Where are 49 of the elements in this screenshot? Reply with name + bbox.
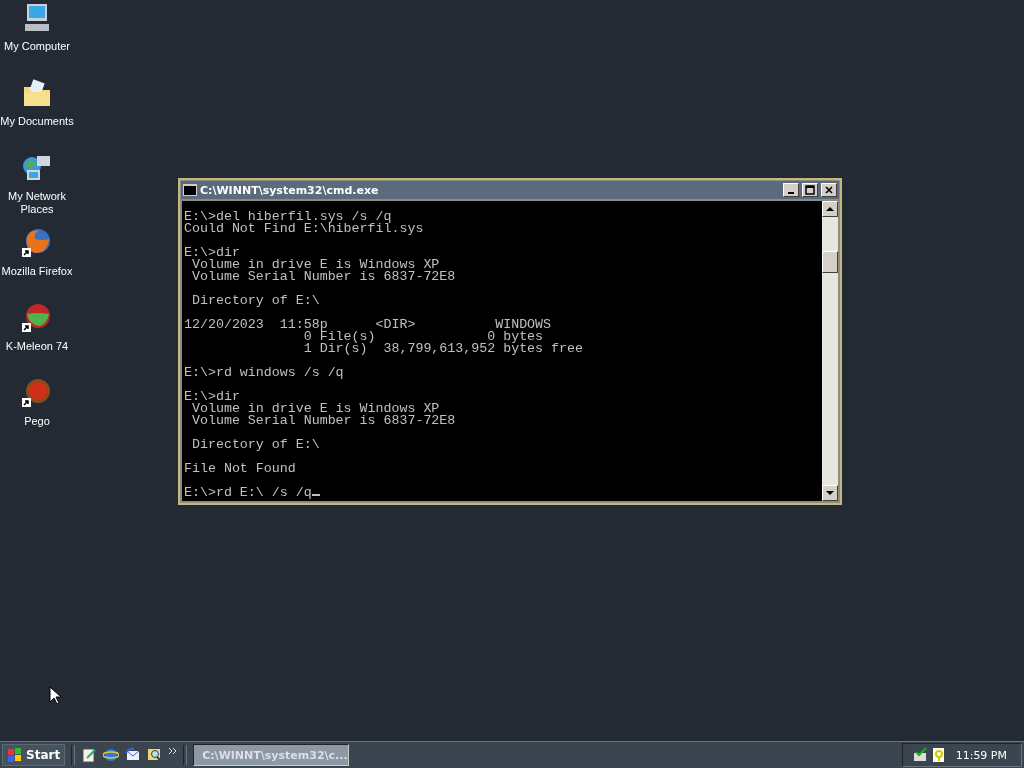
console-line: File Not Found	[184, 463, 296, 475]
icon-label[interactable]: My Computer	[4, 40, 70, 53]
console-line: E:\>rd E:\ /s /q	[184, 487, 320, 499]
lizard-icon[interactable]	[21, 302, 53, 334]
console-line: Could Not Find E:\hiberfil.sys	[184, 223, 424, 235]
scrollbar[interactable]	[822, 201, 838, 501]
maximize-icon	[805, 185, 815, 195]
browser-icon[interactable]	[103, 747, 120, 763]
scroll-thumb[interactable]	[822, 251, 838, 273]
icon-label[interactable]: My Network Places	[0, 190, 74, 216]
scroll-up-icon[interactable]	[826, 206, 834, 212]
window-title: C:\WINNT\system32\cmd.exe	[200, 183, 379, 197]
console-line: Volume Serial Number is 6837-72E8	[190, 271, 456, 283]
minimize-icon	[788, 192, 794, 194]
ball-icon[interactable]	[21, 377, 53, 409]
key-icon[interactable]	[931, 747, 947, 763]
minimize-button[interactable]	[783, 183, 799, 197]
console-line: Directory of E:\	[190, 295, 320, 307]
mouse-pointer-icon	[49, 686, 61, 705]
icon-label[interactable]: My Documents	[0, 115, 74, 128]
console-line: 1 Dir(s) 38,799,613,952 bytes free	[302, 343, 583, 355]
search-icon[interactable]	[147, 747, 164, 763]
globe-icon[interactable]	[21, 227, 53, 259]
maximize-button[interactable]	[802, 183, 818, 197]
icon-label[interactable]: K-Meleon 74	[5, 340, 69, 353]
console-icon	[183, 184, 197, 196]
network-tray-icon[interactable]	[913, 747, 929, 763]
console-line: 0 File(s) 0 bytes	[303, 331, 544, 343]
console-line: E:\>del hiberfil.sys /s /q	[184, 211, 392, 223]
chevron-icon[interactable]	[169, 748, 178, 754]
close-button[interactable]	[821, 183, 837, 197]
mail-icon[interactable]	[125, 747, 142, 763]
close-icon	[824, 185, 834, 195]
console-line: 12/20/2023 11:58p <DIR> WINDOWS	[184, 319, 552, 331]
folder-icon[interactable]	[21, 77, 53, 109]
console-line: Volume in drive E is Windows XP	[190, 403, 440, 415]
scroll-down-icon[interactable]	[826, 490, 834, 496]
start-button[interactable]: Start	[2, 744, 66, 766]
console-line: Directory of E:\	[190, 439, 320, 451]
icon-label[interactable]: Pego	[24, 415, 50, 428]
console-line: E:\>dir	[184, 391, 240, 403]
notepad-icon[interactable]	[81, 747, 98, 763]
console-line: E:\>dir	[184, 247, 240, 259]
console-line: Volume Serial Number is 6837-72E8	[190, 415, 456, 427]
flag-icon	[7, 747, 23, 763]
icon-label[interactable]: Mozilla Firefox	[1, 265, 73, 278]
console-line: E:\>rd windows /s /q	[184, 367, 344, 379]
console-line: Volume in drive E is Windows XP	[190, 259, 440, 271]
clock[interactable]: 11:59 PM	[955, 748, 1007, 762]
